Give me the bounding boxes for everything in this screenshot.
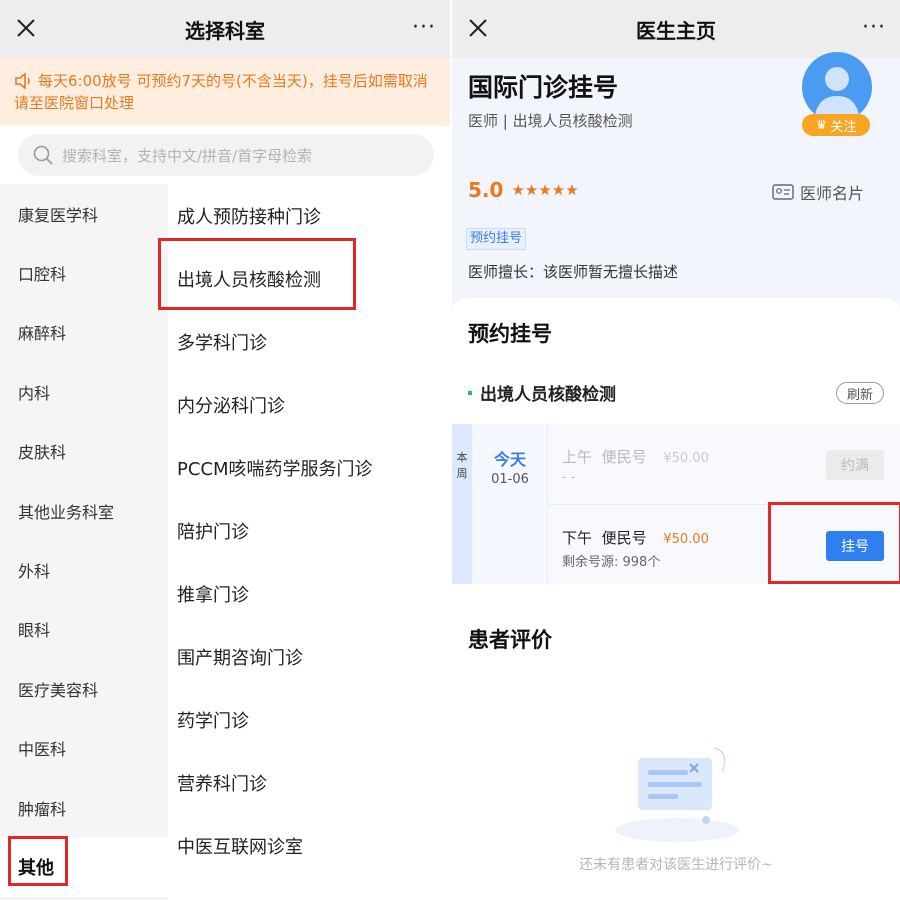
page-title: 选择科室 bbox=[185, 18, 265, 43]
day-date: 01-06 bbox=[491, 472, 529, 487]
department-item[interactable]: 围产期咨询门诊 bbox=[168, 625, 450, 688]
slot-title: 下午 便民号 ¥50.00 bbox=[562, 527, 709, 548]
crown-icon: ♛ bbox=[815, 117, 828, 133]
category-list: 康复医学科 口腔科 麻醉科 内科 皮肤科 其他业务科室 外科 眼科 医疗美容科 … bbox=[0, 184, 168, 900]
category-item[interactable]: 医疗美容科 bbox=[0, 659, 168, 718]
doctor-card-label: 医师名片 bbox=[800, 184, 865, 203]
person-icon bbox=[814, 67, 860, 122]
category-item[interactable]: 肿瘤科 bbox=[0, 778, 168, 837]
schedule-department-name: 出境人员核酸检测 bbox=[480, 385, 616, 405]
slot-type: 便民号 bbox=[601, 448, 647, 466]
schedule-department: 出境人员核酸检测 bbox=[468, 380, 616, 405]
week-label: 本周 bbox=[452, 424, 472, 584]
highlight-box-register bbox=[768, 502, 900, 584]
appointment-tag: 预约挂号 bbox=[466, 228, 527, 250]
search-placeholder: 搜索科室，支持中文/拼音/首字母检索 bbox=[62, 146, 313, 165]
slot-remaining: 剩余号源: 998个 bbox=[562, 555, 661, 570]
doctor-home-screen: 医生主页 ··· 国际门诊挂号 医师 | 出境人员核酸检测 ♛ 关注 5.0 ★… bbox=[452, 0, 900, 900]
slot-title: 上午 便民号 ¥50.00 bbox=[562, 446, 709, 467]
highlight-box-category bbox=[8, 836, 68, 886]
full-button: 约满 bbox=[826, 450, 884, 480]
category-item[interactable]: 内科 bbox=[0, 362, 168, 421]
slot-price: ¥50.00 bbox=[663, 532, 709, 547]
category-item[interactable]: 口腔科 bbox=[0, 243, 168, 302]
doctor-profile: 国际门诊挂号 医师 | 出境人员核酸检测 ♛ 关注 5.0 ★★★★★ 医师名片… bbox=[452, 52, 900, 298]
page-title: 医生主页 bbox=[636, 18, 716, 43]
highlight-box-department bbox=[158, 238, 356, 310]
notice-banner: 每天6:00放号 可预约7天的号(不含当天)，挂号后如需取消请至医院窗口处理 bbox=[0, 58, 450, 126]
department-item[interactable]: 营养科门诊 bbox=[168, 751, 450, 814]
doctor-subtitle: 医师 | 出境人员核酸检测 bbox=[468, 112, 633, 130]
nav-bar: 医生主页 ··· bbox=[452, 0, 900, 58]
slot-period: 上午 bbox=[562, 448, 593, 466]
category-item[interactable]: 皮肤科 bbox=[0, 422, 168, 481]
rating-value: 5.0 bbox=[468, 178, 504, 202]
star-rating-icon: ★★★★★ bbox=[511, 181, 579, 199]
slot-remaining: - - bbox=[562, 470, 576, 485]
doctor-card-link[interactable]: 医师名片 bbox=[772, 180, 864, 204]
department-selection-screen: 选择科室 ··· 每天6:00放号 可预约7天的号(不含当天)，挂号后如需取消请… bbox=[0, 0, 450, 900]
category-item[interactable]: 康复医学科 bbox=[0, 184, 168, 243]
slot-period: 下午 bbox=[562, 529, 593, 547]
department-item[interactable]: 推拿门诊 bbox=[168, 562, 450, 625]
speaker-icon bbox=[15, 73, 30, 89]
slot-morning: 上午 便民号 ¥50.00 - - 约满 bbox=[548, 424, 900, 504]
avatar bbox=[802, 52, 872, 122]
follow-label: 关注 bbox=[830, 119, 857, 135]
slot-type: 便民号 bbox=[601, 529, 647, 547]
rating: 5.0 ★★★★★ bbox=[468, 178, 579, 202]
day-column[interactable]: 今天 01-06 bbox=[472, 424, 548, 584]
department-item[interactable]: 多学科门诊 bbox=[168, 310, 450, 373]
appointment-section-title: 预约挂号 bbox=[468, 322, 552, 346]
doctor-specialty: 医师擅长：该医师暂无擅长描述 bbox=[468, 263, 679, 281]
department-item[interactable]: 药学门诊 bbox=[168, 688, 450, 751]
category-item[interactable]: 麻醉科 bbox=[0, 303, 168, 362]
department-item[interactable]: 中医互联网诊室 bbox=[168, 814, 450, 877]
category-item[interactable]: 其他业务科室 bbox=[0, 481, 168, 540]
refresh-button[interactable]: 刷新 bbox=[836, 382, 884, 404]
close-icon[interactable] bbox=[14, 16, 38, 40]
notice-text: 每天6:00放号 可预约7天的号(不含当天)，挂号后如需取消请至医院窗口处理 bbox=[14, 72, 428, 112]
category-item[interactable]: 眼科 bbox=[0, 600, 168, 659]
search-input[interactable]: 搜索科室，支持中文/拼音/首字母检索 bbox=[18, 134, 434, 176]
appointment-section: 预约挂号 出境人员核酸检测 刷新 本周 今天 01-06 上午 便民号 ¥50.… bbox=[452, 298, 900, 900]
close-icon[interactable] bbox=[466, 16, 490, 40]
search-area: 搜索科室，支持中文/拼音/首字母检索 bbox=[0, 126, 450, 184]
day-name: 今天 bbox=[493, 450, 526, 469]
reviews-section-title: 患者评价 bbox=[468, 628, 552, 652]
empty-reviews-text: 还未有患者对该医生进行评价~ bbox=[579, 857, 773, 873]
category-item[interactable]: 中医科 bbox=[0, 719, 168, 778]
more-icon[interactable]: ··· bbox=[412, 17, 436, 39]
more-icon[interactable]: ··· bbox=[862, 17, 886, 39]
doctor-name: 国际门诊挂号 bbox=[468, 73, 619, 102]
department-item[interactable]: PCCM咳喘药学服务门诊 bbox=[168, 436, 450, 499]
id-card-icon bbox=[772, 184, 794, 200]
department-item[interactable]: 陪护门诊 bbox=[168, 499, 450, 562]
nav-bar: 选择科室 ··· bbox=[0, 0, 450, 58]
slot-price: ¥50.00 bbox=[663, 451, 709, 466]
category-item[interactable]: 外科 bbox=[0, 540, 168, 599]
department-item[interactable]: 内分泌科门诊 bbox=[168, 373, 450, 436]
search-icon bbox=[33, 145, 53, 165]
follow-button[interactable]: ♛ 关注 bbox=[802, 114, 870, 136]
empty-reviews-icon bbox=[615, 747, 739, 842]
green-dot-icon bbox=[468, 390, 472, 395]
